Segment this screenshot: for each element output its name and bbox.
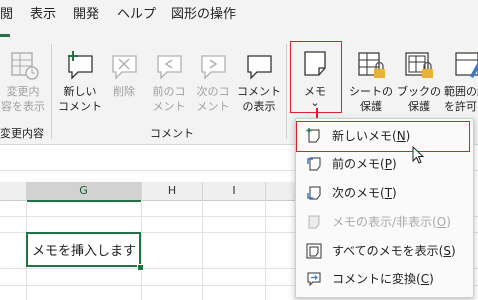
previous-comment-label-1: 前のコ: [152, 85, 186, 98]
show-changes-label-2: 容を表示: [1, 100, 45, 113]
allow-edit-ranges-label-2: を許可: [444, 100, 477, 113]
protect-sheet-button[interactable]: シートの 保護: [348, 50, 394, 114]
column-header-g[interactable]: G: [26, 182, 142, 202]
protect-book-label-1: ブックの: [397, 85, 441, 98]
column-header-h[interactable]: H: [142, 182, 203, 201]
show-comments-label-1: コメント: [237, 85, 281, 98]
next-note-icon: [307, 186, 321, 200]
active-cell[interactable]: メモを挿入します: [26, 232, 141, 267]
mouse-cursor-icon: [412, 146, 425, 164]
delete-comment-button[interactable]: 削除: [104, 50, 144, 99]
column-header-i[interactable]: I: [203, 182, 266, 201]
show-changes-icon: [11, 52, 39, 80]
menu-item-label: メモの表示/非表示(O): [332, 215, 451, 229]
new-note-highlight: [296, 121, 470, 152]
tab-review[interactable]: 閲: [0, 0, 13, 36]
show-comments-label-2: の表示: [242, 100, 276, 113]
tab-shape-format[interactable]: 図形の操作: [171, 0, 236, 36]
menu-item-show-all-notes[interactable]: すべてのメモを表示(S): [296, 238, 473, 264]
note-icon: [304, 51, 326, 76]
menu-bar: 閲 表示 開発 ヘルプ 図形の操作: [0, 0, 478, 38]
menu-item-label: すべてのメモを表示(S): [332, 244, 456, 258]
next-comment-icon: [201, 55, 226, 80]
protect-book-icon: [405, 52, 433, 78]
chevron-down-icon: ⌄: [310, 96, 320, 109]
delete-comment-label: 削除: [113, 85, 135, 98]
gridline: [202, 200, 203, 300]
group-separator: [51, 44, 52, 139]
previous-comment-button[interactable]: 前のコ メント: [148, 50, 190, 114]
allow-edit-ranges-icon: [455, 52, 478, 78]
column-header-left-edge: [0, 182, 27, 201]
memo-button[interactable]: メモ ⌄: [292, 48, 338, 109]
new-comment-icon: [68, 51, 93, 80]
show-changes-label-1: 変更内: [6, 85, 40, 98]
protect-sheet-label-2: 保護: [360, 100, 382, 113]
allow-edit-ranges-button[interactable]: 範囲の編 を許可: [444, 50, 478, 114]
menu-item-label: 前のメモ(P): [332, 157, 397, 171]
fill-handle[interactable]: [137, 264, 144, 271]
tab-developer[interactable]: 開発: [73, 0, 99, 36]
protect-sheet-label-1: シートの: [349, 85, 393, 98]
toggle-note-icon: [308, 215, 320, 229]
previous-note-icon: [307, 157, 321, 171]
delete-comment-icon: [112, 55, 137, 80]
next-comment-button[interactable]: 次のコ メント: [192, 50, 234, 114]
convert-to-comment-icon: [307, 272, 321, 287]
new-comment-label-2: コメント: [58, 100, 102, 113]
show-changes-button[interactable]: 変更内 容を表示: [0, 50, 46, 114]
gridline: [265, 200, 266, 300]
protect-sheet-icon: [358, 52, 385, 78]
menu-item-label: コメントに変換(C): [332, 272, 434, 286]
protect-book-button[interactable]: ブックの 保護: [396, 50, 442, 114]
tab-help[interactable]: ヘルプ: [117, 0, 156, 36]
comment-group-label: コメント: [150, 127, 194, 140]
group-separator: [286, 44, 287, 139]
show-comments-button[interactable]: コメント の表示: [236, 50, 282, 114]
allow-edit-ranges-label-1: 範囲の編: [444, 85, 478, 98]
gridline: [141, 200, 142, 300]
menu-item-previous-note[interactable]: 前のメモ(P): [296, 151, 473, 177]
next-comment-label-2: メント: [196, 100, 230, 113]
new-comment-label-1: 新しい: [63, 85, 97, 98]
menu-item-label: 次のメモ(T): [332, 186, 397, 200]
previous-comment-label-2: メント: [152, 100, 186, 113]
new-comment-button[interactable]: 新しい コメント: [58, 50, 102, 114]
menu-item-next-note[interactable]: 次のメモ(T): [296, 180, 473, 206]
show-all-notes-icon: [306, 243, 322, 259]
previous-comment-icon: [157, 55, 182, 80]
changes-group-label: 変更内容: [0, 127, 44, 140]
next-comment-label-1: 次のコ: [196, 85, 230, 98]
tab-view[interactable]: 表示: [30, 0, 56, 36]
show-comments-icon: [247, 55, 272, 80]
protect-book-label-2: 保護: [408, 100, 430, 113]
menu-item-convert-to-comment[interactable]: コメントに変換(C): [296, 266, 473, 292]
menu-item-toggle-note[interactable]: メモの表示/非表示(O): [296, 209, 473, 235]
